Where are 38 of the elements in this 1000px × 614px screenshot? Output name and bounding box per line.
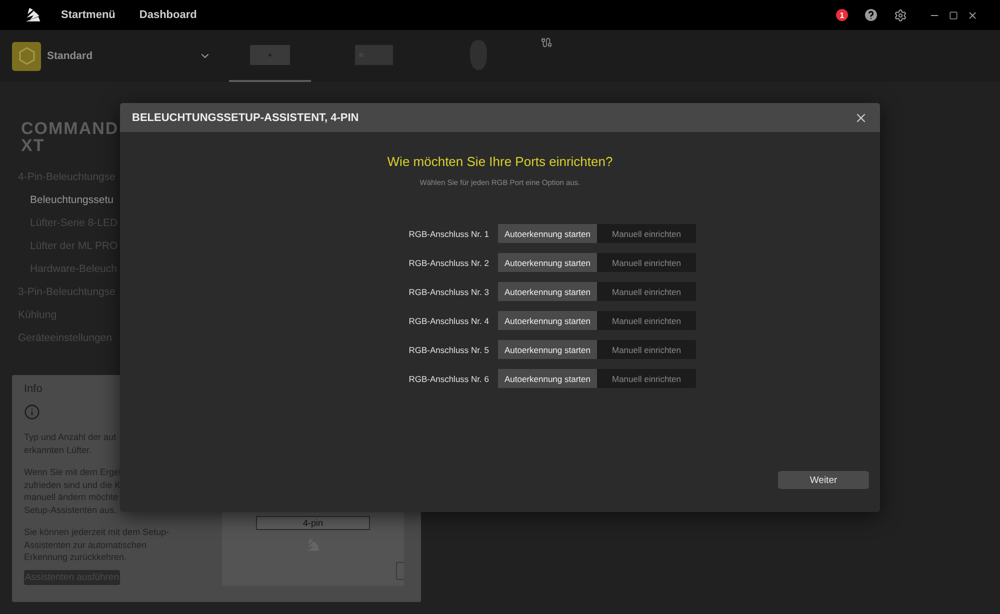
handle-icon <box>396 562 404 580</box>
port-label: RGB-Anschluss Nr. 5 <box>408 344 489 354</box>
dialog-title: BELEUCHTUNGSSETUP-ASSISTENT, 4-PIN <box>132 112 360 124</box>
profile-icon[interactable] <box>12 42 41 70</box>
device-title: COMMAND <box>20 120 120 137</box>
port-option-button[interactable]: Autoerkennung starten <box>498 340 597 359</box>
port-option-button[interactable]: Manuell einrichten <box>597 340 696 359</box>
maximize-icon[interactable] <box>949 10 958 20</box>
port-label: RGB-Anschluss Nr. 4 <box>408 316 489 326</box>
port-option-button[interactable]: Autoerkennung starten <box>498 282 597 301</box>
close-icon[interactable] <box>967 10 978 20</box>
port-option-button[interactable]: Manuell einrichten <box>597 253 696 272</box>
profile-name[interactable]: Standard <box>47 50 199 62</box>
port-option-button[interactable]: Autoerkennung starten <box>498 369 597 388</box>
hub-icon <box>355 45 393 65</box>
port-label: RGB-Anschluss Nr. 2 <box>408 258 489 268</box>
port-option-button[interactable]: Autoerkennung starten <box>498 311 597 330</box>
port-option-button[interactable]: Autoerkennung starten <box>498 253 597 272</box>
controller-icon <box>250 45 290 65</box>
nav-link[interactable]: Dashboard <box>139 9 197 21</box>
port-label: RGB-Anschluss Nr. 1 <box>408 228 489 238</box>
port-label: RGB-Anschluss Nr. 6 <box>408 374 489 384</box>
port-option-button[interactable]: Manuell einrichten <box>597 369 696 388</box>
port-option-button[interactable]: Manuell einrichten <box>597 282 696 301</box>
port-option-button[interactable]: Manuell einrichten <box>597 224 696 243</box>
next-button[interactable]: Weiter <box>778 471 869 489</box>
nav-link[interactable]: Startmenü <box>61 9 116 21</box>
device-title: XT <box>20 137 46 154</box>
cable-icon <box>541 37 552 48</box>
info-icon <box>24 404 40 420</box>
port-label: RGB-Anschluss Nr. 3 <box>408 286 489 296</box>
help-icon[interactable] <box>865 9 877 21</box>
port-option-button[interactable]: Manuell einrichten <box>597 311 696 330</box>
brand-logo <box>24 7 42 23</box>
dialog-heading: Wie möchten Sie Ihre Ports einrichten? <box>387 154 613 169</box>
port-option-button[interactable]: Autoerkennung starten <box>498 224 597 243</box>
notification-badge[interactable]: 1 <box>836 9 848 21</box>
settings-icon[interactable] <box>894 8 907 22</box>
